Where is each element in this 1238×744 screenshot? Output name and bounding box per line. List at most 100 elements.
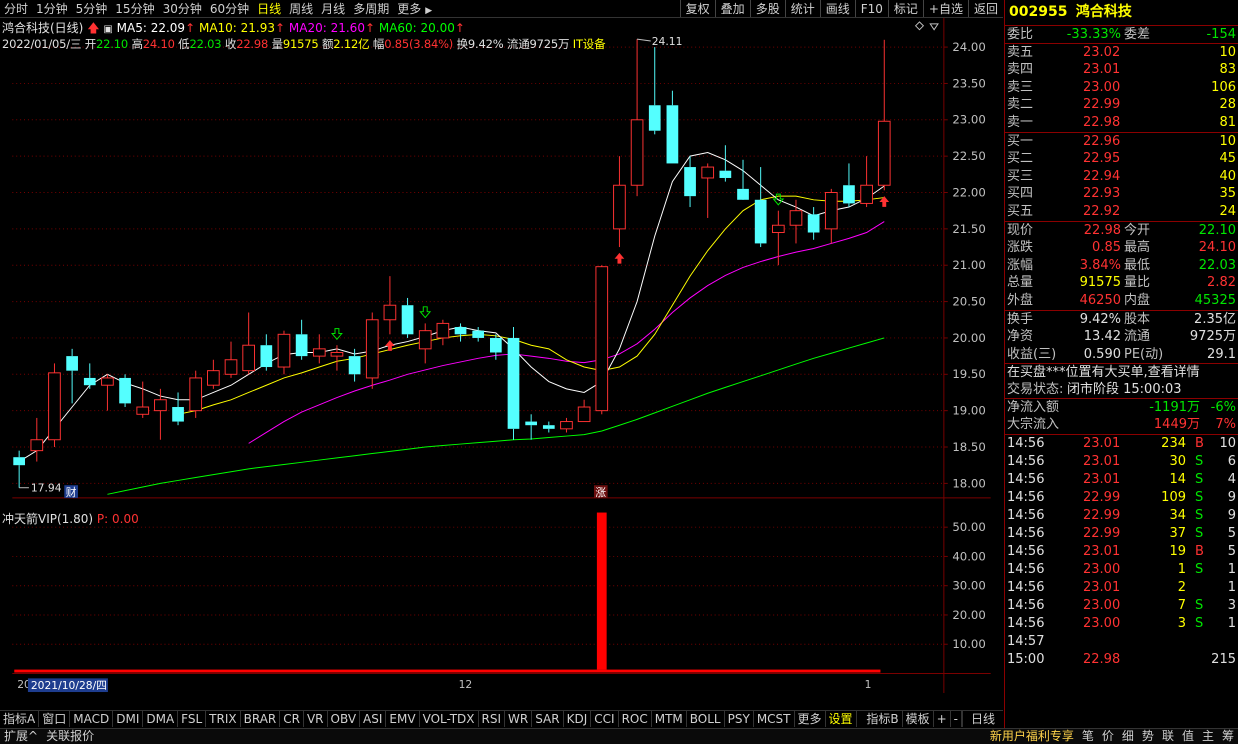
sector-tag[interactable]: IT设备: [573, 37, 606, 51]
candle[interactable]: [365, 312, 379, 389]
order-level-row[interactable]: 买五 22.92 24: [1005, 203, 1238, 221]
period-tab[interactable]: 60分钟: [206, 0, 253, 17]
candle[interactable]: [560, 417, 573, 433]
order-level-row[interactable]: 卖五 23.02 10: [1005, 44, 1238, 62]
candle[interactable]: [242, 312, 256, 375]
indicator-tab[interactable]: KDJ: [564, 711, 592, 727]
big-order-notice[interactable]: 在买盘***位置有大买单,查看详情: [1007, 364, 1200, 382]
candle[interactable]: [454, 323, 467, 342]
period-tab[interactable]: 月线: [317, 0, 349, 17]
panel-tab[interactable]: 值: [1178, 729, 1198, 744]
candle[interactable]: [436, 319, 450, 346]
panel-tab[interactable]: 主: [1198, 729, 1218, 744]
indicator-tab[interactable]: CR: [280, 711, 304, 727]
order-level-row[interactable]: 买四 22.93 35: [1005, 185, 1238, 203]
indicator-tab[interactable]: PSY: [725, 711, 754, 727]
indicator-tab[interactable]: VR: [304, 711, 328, 727]
order-level-row[interactable]: 卖二 22.99 28: [1005, 96, 1238, 114]
indicator-tab[interactable]: 指标A: [0, 711, 40, 727]
candle[interactable]: [630, 39, 644, 197]
candle[interactable]: [807, 207, 820, 240]
indicator-tab[interactable]: OBV: [328, 711, 361, 727]
candle[interactable]: [719, 145, 732, 182]
candle[interactable]: [260, 334, 273, 371]
toolbar-button[interactable]: 统计: [784, 0, 820, 17]
candle[interactable]: [577, 399, 591, 423]
indicator-tab[interactable]: SAR: [532, 711, 564, 727]
indicator-tab[interactable]: DMI: [113, 711, 144, 727]
candle[interactable]: [701, 163, 715, 218]
candle[interactable]: [595, 265, 609, 415]
period-tab[interactable]: 分时: [0, 0, 32, 17]
candle[interactable]: [13, 450, 26, 488]
panel-tab[interactable]: 势: [1138, 729, 1158, 744]
period-label[interactable]: 日线: [961, 711, 1003, 727]
indicator-tab[interactable]: DMA: [143, 711, 179, 727]
candle[interactable]: [666, 90, 679, 164]
indicator-tab[interactable]: CCI: [591, 711, 619, 727]
candle[interactable]: [277, 330, 291, 375]
indicator-tab[interactable]: MCST: [754, 711, 795, 727]
panel-tab[interactable]: 新用户福利专享: [986, 729, 1078, 744]
indicator-tab[interactable]: BOLL: [687, 711, 725, 727]
indicator-tab[interactable]: ASI: [360, 711, 387, 727]
candle[interactable]: [383, 276, 397, 335]
candle[interactable]: [648, 47, 661, 135]
period-tab[interactable]: 多周期: [349, 0, 393, 17]
candle[interactable]: [789, 199, 803, 244]
candle[interactable]: [101, 374, 114, 411]
indicator-tab[interactable]: TRIX: [206, 711, 241, 727]
indicator-tab[interactable]: RSI: [479, 711, 506, 727]
toolbar-button[interactable]: F10: [854, 0, 888, 17]
candle[interactable]: [224, 341, 238, 378]
indicator-tab-right[interactable]: -: [951, 711, 962, 727]
candle[interactable]: [401, 297, 414, 338]
period-tab[interactable]: 1分钟: [32, 0, 72, 17]
candle[interactable]: [418, 323, 432, 364]
indicator-tab[interactable]: MTM: [652, 711, 687, 727]
candle[interactable]: [189, 370, 203, 418]
candle[interactable]: [172, 392, 184, 426]
order-level-row[interactable]: 卖三 23.00 106: [1005, 79, 1238, 97]
candle[interactable]: [348, 348, 361, 382]
candle[interactable]: [860, 156, 873, 208]
order-level-row[interactable]: 买三 22.94 40: [1005, 168, 1238, 186]
panel-tab[interactable]: 筹: [1218, 729, 1238, 744]
candle[interactable]: [48, 363, 61, 448]
period-tab[interactable]: 30分钟: [159, 0, 206, 17]
candle[interactable]: [312, 334, 326, 364]
indicator-tab[interactable]: WR: [505, 711, 533, 727]
panel-tab[interactable]: 笔: [1078, 729, 1098, 744]
toolbar-button[interactable]: 多股: [749, 0, 785, 17]
period-tab[interactable]: 日线: [253, 0, 285, 17]
kline-chart[interactable]: 24.00 23.50 23.00 22.50 22.00 21.50 21.00 20.50…: [0, 18, 1003, 693]
indicator-tab[interactable]: EMV: [386, 711, 420, 727]
order-level-row[interactable]: 卖四 23.01 83: [1005, 61, 1238, 79]
candle[interactable]: [66, 348, 78, 404]
toolbar-button[interactable]: 叠加: [714, 0, 750, 17]
candle[interactable]: [525, 414, 538, 440]
indicator-tab[interactable]: ROC: [619, 711, 652, 727]
more-arrow-icon[interactable]: ▶: [425, 2, 432, 17]
candle[interactable]: [754, 167, 767, 248]
candle[interactable]: [613, 156, 626, 248]
diamond-icon[interactable]: [914, 21, 925, 31]
indicator-tab[interactable]: 设置: [826, 711, 857, 727]
indicator-tab[interactable]: FSL: [178, 711, 207, 727]
candle[interactable]: [843, 163, 855, 208]
period-tab[interactable]: 周线: [285, 0, 317, 17]
candle[interactable]: [30, 417, 44, 462]
candle[interactable]: [507, 327, 520, 440]
status-button[interactable]: 扩展^: [0, 729, 42, 744]
candle[interactable]: [542, 421, 555, 433]
candle[interactable]: [83, 363, 96, 389]
indicator-tab-right[interactable]: +: [934, 711, 951, 727]
indicator-tab[interactable]: VOL-TDX: [420, 711, 479, 727]
indicator-tab[interactable]: MACD: [70, 711, 114, 727]
candle[interactable]: [877, 39, 891, 191]
period-tab[interactable]: 5分钟: [72, 0, 112, 17]
status-button[interactable]: 关联报价: [42, 729, 98, 744]
toolbar-button[interactable]: 标记: [887, 0, 923, 17]
period-tab[interactable]: 15分钟: [111, 0, 158, 17]
toolbar-button[interactable]: 画线: [819, 0, 855, 17]
